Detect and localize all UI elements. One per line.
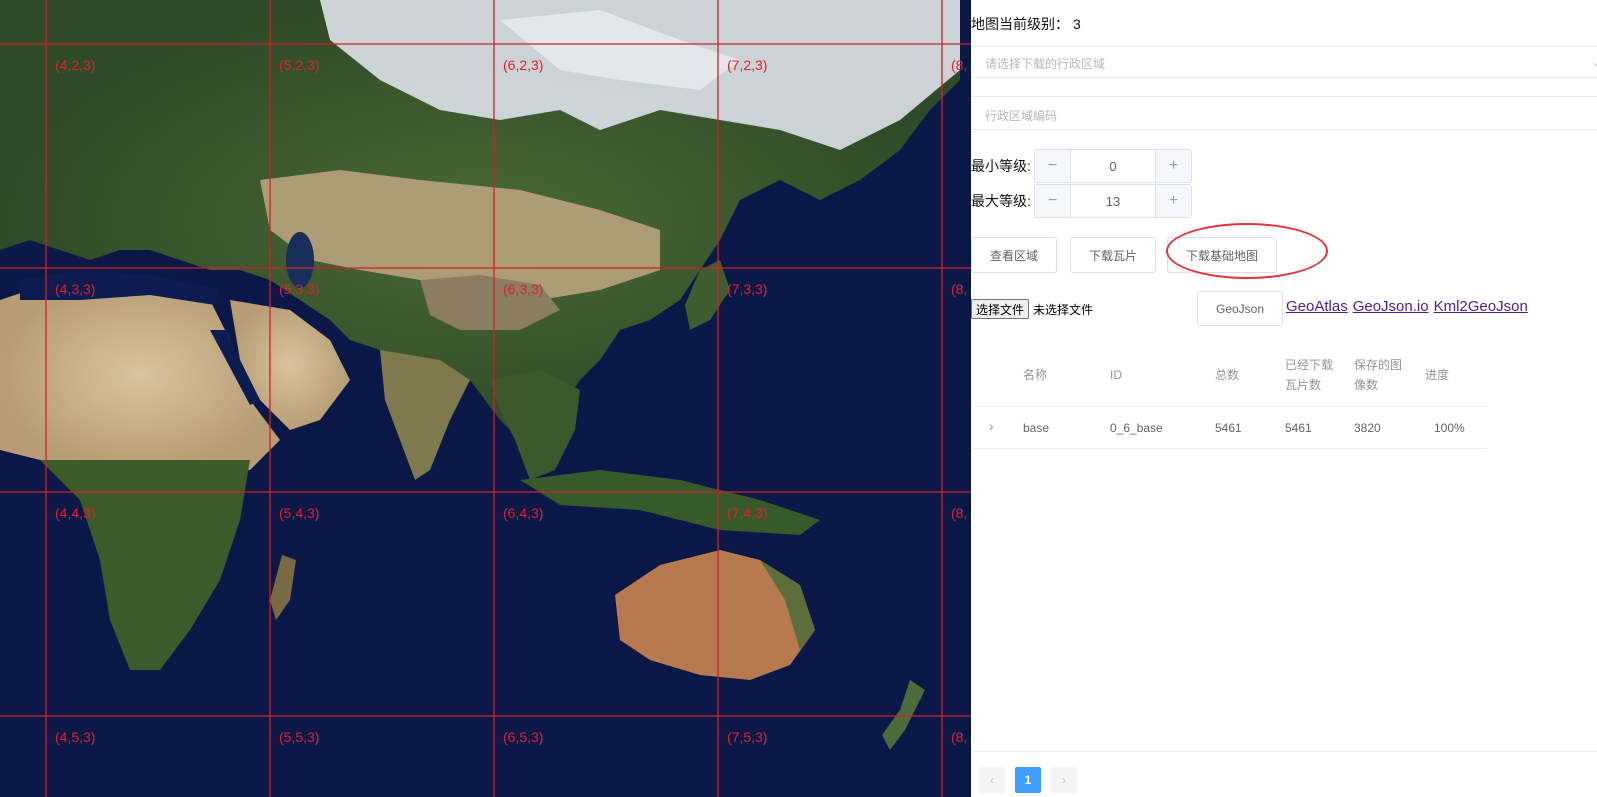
min-level-label: 最小等级: [971, 158, 1031, 174]
tile-label: (8, [951, 505, 968, 521]
tile-label: (4,3,3) [55, 281, 96, 297]
plus-icon[interactable]: + [1155, 150, 1191, 182]
cell-progress: 100% [1434, 421, 1465, 435]
geoatlas-link[interactable]: GeoAtlas [1286, 298, 1348, 315]
tile-label: (4,4,3) [55, 505, 96, 521]
cell-id: 0_6_base [1110, 421, 1163, 435]
table-row[interactable]: › base 0_6_base 5461 5461 3820 100% [971, 407, 1487, 449]
min-level-row: 最小等级: − 0 + [971, 149, 1192, 183]
external-links: GeoAtlas GeoJson.io Kml2GeoJson [1286, 298, 1528, 315]
cell-total: 5461 [1215, 421, 1242, 435]
pagination: ‹ 1 › [971, 751, 1597, 797]
kml2geojson-link[interactable]: Kml2GeoJson [1434, 298, 1528, 315]
header-total: 总数 [1215, 368, 1240, 382]
page-number[interactable]: 1 [1015, 767, 1041, 793]
tile-label: (5,5,3) [279, 729, 320, 745]
tile-label: (5,4,3) [279, 505, 320, 521]
max-level-label: 最大等级: [971, 193, 1031, 209]
tile-label: (5,2,3) [279, 57, 320, 73]
min-level-value[interactable]: 0 [1071, 150, 1155, 182]
tile-label: (5,3,3) [279, 281, 320, 297]
header-progress: 进度 [1425, 368, 1450, 382]
region-code-input[interactable]: 行政区域编码 [971, 96, 1597, 130]
tile-label: (7,4,3) [727, 505, 768, 521]
minus-icon[interactable]: − [1035, 185, 1071, 217]
chevron-down-icon: ⌄ [1590, 55, 1597, 69]
tile-label: (7,5,3) [727, 729, 768, 745]
header-downloaded-line2: 瓦片数 [1285, 378, 1322, 392]
tile-label: (4,5,3) [55, 729, 96, 745]
minus-icon[interactable]: − [1035, 150, 1071, 182]
plus-icon[interactable]: + [1155, 185, 1191, 217]
tile-label: (4,2,3) [55, 57, 96, 73]
header-id: ID [1110, 368, 1122, 382]
header-saved-line2: 像数 [1354, 378, 1379, 392]
header-saved-line1: 保存的图 [1354, 358, 1403, 372]
prev-page-icon[interactable]: ‹ [979, 767, 1005, 793]
tile-label: (6,4,3) [503, 505, 544, 521]
max-level-stepper[interactable]: − 13 + [1034, 184, 1192, 218]
control-panel: 地图当前级别： 3 请选择下载的行政区域 ⌄ 行政区域编码 最小等级: − 0 +… [971, 0, 1597, 797]
satellite-map[interactable]: (4,2,3) (5,2,3) (6,2,3) (7,2,3) (8, (4,3… [0, 0, 971, 797]
download-table: 名称 ID 总数 已经下载 瓦片数 保存的图 像数 进度 › base 0_6_… [971, 345, 1487, 449]
tile-label: (8, [951, 281, 968, 297]
tile-label: (6,3,3) [503, 281, 544, 297]
geojson-button[interactable]: GeoJson [1197, 291, 1283, 326]
header-name: 名称 [1023, 368, 1048, 382]
tile-label: (7,3,3) [727, 281, 768, 297]
max-level-row: 最大等级: − 13 + [971, 184, 1192, 218]
map-level-display: 地图当前级别： 3 [971, 14, 1081, 34]
download-tiles-button[interactable]: 下载瓦片 [1070, 237, 1156, 273]
max-level-value[interactable]: 13 [1071, 185, 1155, 217]
table-header: 名称 ID 总数 已经下载 瓦片数 保存的图 像数 进度 [971, 345, 1487, 407]
chevron-right-icon[interactable]: › [989, 418, 994, 434]
header-downloaded-line1: 已经下载 [1285, 358, 1334, 372]
cell-name: base [1023, 421, 1050, 435]
tile-label: (7,2,3) [727, 57, 768, 73]
highlight-ellipse [1166, 223, 1328, 279]
map-level-value: 3 [1073, 16, 1081, 32]
tile-label: (6,2,3) [503, 57, 544, 73]
tile-label: (8, [951, 729, 968, 745]
cell-saved: 3820 [1354, 421, 1381, 435]
choose-file-button[interactable]: 选择文件 [971, 299, 1030, 319]
map-level-label: 地图当前级别： [971, 16, 1069, 32]
caspian-sea [286, 232, 314, 288]
geojson-io-link[interactable]: GeoJson.io [1353, 298, 1429, 315]
file-status: 未选择文件 [1033, 302, 1094, 317]
tile-label: (8, [951, 57, 968, 73]
region-select-placeholder: 请选择下载的行政区域 [985, 57, 1106, 71]
view-area-button[interactable]: 查看区域 [971, 237, 1057, 273]
region-select[interactable]: 请选择下载的行政区域 ⌄ [971, 46, 1597, 78]
map-imagery [0, 0, 971, 797]
cell-downloaded: 5461 [1285, 421, 1312, 435]
file-upload: 选择文件 未选择文件 [971, 298, 1093, 320]
tile-label: (6,5,3) [503, 729, 544, 745]
min-level-stepper[interactable]: − 0 + [1034, 149, 1192, 183]
region-code-placeholder: 行政区域编码 [985, 109, 1058, 123]
next-page-icon[interactable]: › [1051, 767, 1077, 793]
